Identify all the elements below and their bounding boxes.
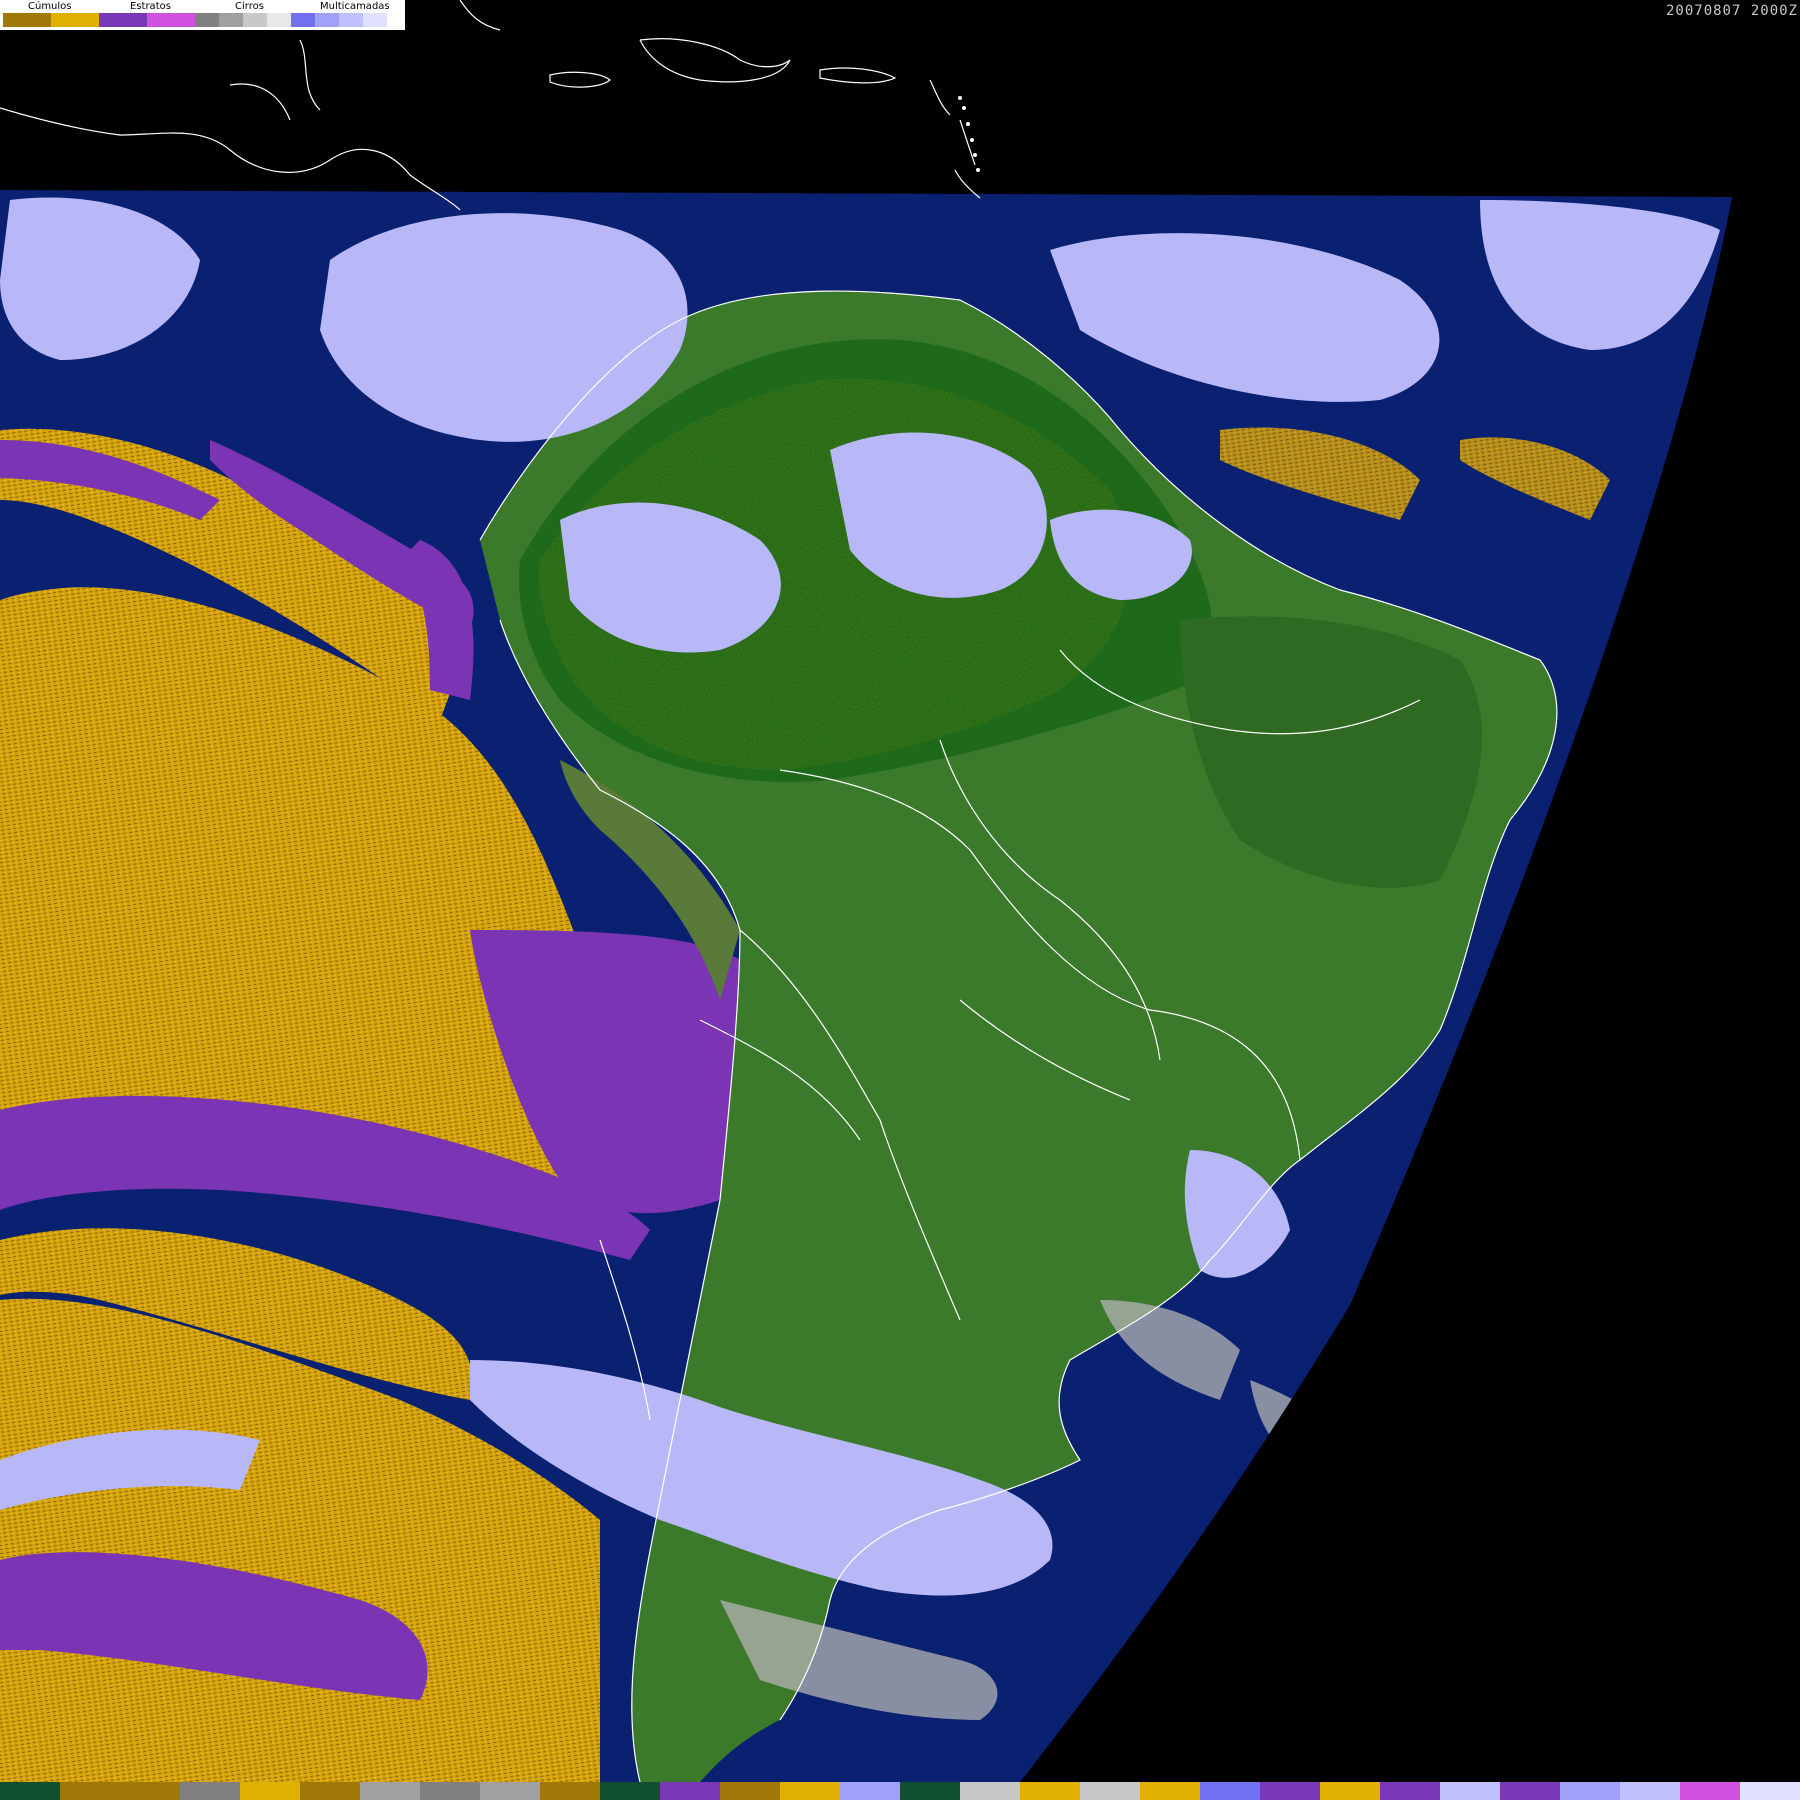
legend-swatch xyxy=(99,13,147,27)
legend-label-cumulus: Cúmulos xyxy=(28,1,72,12)
color-strip-cell xyxy=(120,1782,180,1800)
satellite-cloud-map xyxy=(0,0,1732,1782)
color-strip-cell xyxy=(1260,1782,1320,1800)
north-outlines xyxy=(0,0,981,211)
legend-label-cirrus: Cirros xyxy=(235,1,264,12)
color-strip-cell xyxy=(600,1782,660,1800)
color-strip-cell xyxy=(1740,1782,1800,1800)
color-strip-cell xyxy=(1680,1782,1740,1800)
legend-swatch xyxy=(147,13,195,27)
color-strip-cell xyxy=(1020,1782,1080,1800)
legend-swatch xyxy=(243,13,267,27)
legend-swatch xyxy=(315,13,339,27)
color-strip-cell xyxy=(360,1782,420,1800)
legend-swatch xyxy=(291,13,315,27)
color-strip-cell xyxy=(720,1782,780,1800)
legend-swatch xyxy=(195,13,219,27)
color-strip-cell xyxy=(900,1782,960,1800)
color-strip-cell xyxy=(420,1782,480,1800)
color-strip-cell xyxy=(300,1782,360,1800)
color-strip-cell xyxy=(540,1782,600,1800)
timestamp: 20070807 2000Z xyxy=(1665,3,1798,19)
color-strip-cell xyxy=(1140,1782,1200,1800)
legend-label-multilayer: Multicamadas xyxy=(320,1,390,12)
color-strip-cell xyxy=(840,1782,900,1800)
color-strip-cell xyxy=(1380,1782,1440,1800)
color-strip-cell xyxy=(1500,1782,1560,1800)
color-strip-cell xyxy=(1080,1782,1140,1800)
caribbean-islands xyxy=(958,96,980,172)
legend-swatch xyxy=(51,13,99,27)
color-strip-cell xyxy=(1440,1782,1500,1800)
color-strip-cell xyxy=(1560,1782,1620,1800)
color-strip-cell xyxy=(480,1782,540,1800)
legend-swatch xyxy=(339,13,363,27)
color-strip-cell xyxy=(180,1782,240,1800)
color-strip-cell xyxy=(960,1782,1020,1800)
legend-swatch xyxy=(267,13,291,27)
legend-swatch xyxy=(219,13,243,27)
color-strip-cell xyxy=(1200,1782,1260,1800)
color-strip-cell xyxy=(0,1782,60,1800)
color-strip-cell xyxy=(1320,1782,1380,1800)
color-strip xyxy=(0,1782,1800,1800)
legend-label-stratus: Estratos xyxy=(130,1,171,12)
cloud-type-legend: Cúmulos Estratos Cirros Multicamadas xyxy=(0,0,405,30)
legend-swatch xyxy=(363,13,387,27)
color-strip-cell xyxy=(780,1782,840,1800)
satellite-disk xyxy=(0,190,1732,1782)
color-strip-cell xyxy=(660,1782,720,1800)
color-strip-cell xyxy=(1620,1782,1680,1800)
color-strip-cell xyxy=(240,1782,300,1800)
legend-swatch xyxy=(3,13,51,27)
color-strip-cell xyxy=(60,1782,120,1800)
